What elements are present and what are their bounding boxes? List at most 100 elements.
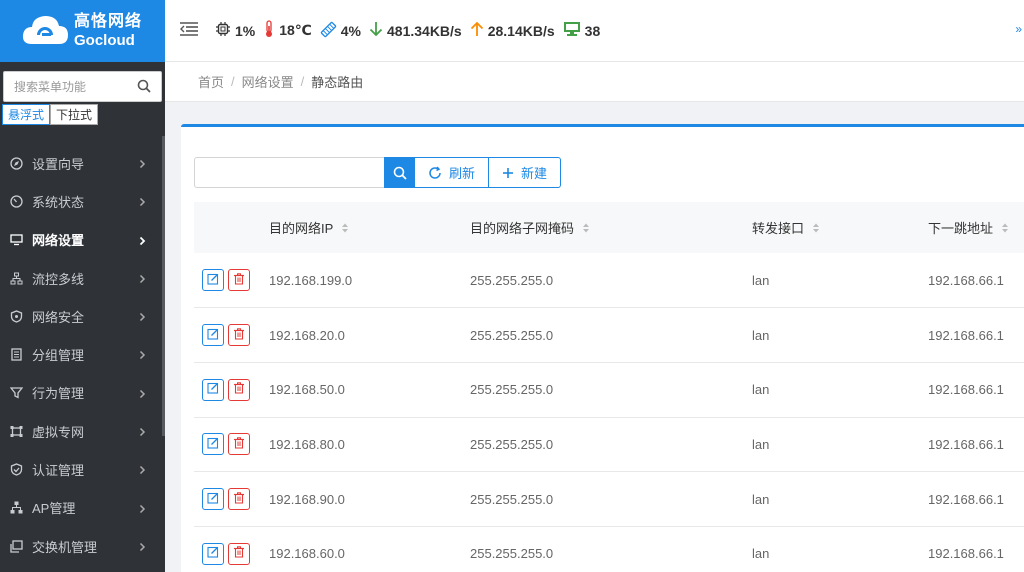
sidebar-item-setup-wizard[interactable]: 设置向导 <box>0 144 165 182</box>
header-next-hop[interactable]: 下一跳地址 <box>928 202 1024 253</box>
logo-name-en: Gocloud <box>74 32 135 49</box>
delete-button[interactable] <box>228 488 250 511</box>
sidebar-item-network-settings[interactable]: 网络设置 <box>0 221 165 259</box>
new-button[interactable]: 新建 <box>489 157 562 188</box>
edit-button[interactable] <box>202 269 224 292</box>
cell-next-hop: 192.168.66.1 <box>928 436 1004 452</box>
row-actions <box>194 308 269 363</box>
search-icon[interactable] <box>137 79 151 96</box>
chevron-right-icon <box>139 234 146 249</box>
edit-button[interactable] <box>202 488 224 511</box>
breadcrumb-network-settings[interactable]: 网络设置 <box>242 72 294 91</box>
edit-icon <box>207 492 219 507</box>
sidebar-scrollbar[interactable] <box>162 136 165 436</box>
sidebar-item-label: 网络设置 <box>32 233 85 249</box>
shield-icon <box>9 309 23 323</box>
top-bar: 1% 18℃ 4% 481.34KB/s 28.14KB/s 38 » <box>165 0 1024 62</box>
trash-icon <box>233 272 245 288</box>
cpu-icon <box>215 21 235 40</box>
mode-floating-button[interactable]: 悬浮式 <box>2 104 51 125</box>
delete-button[interactable] <box>228 433 250 456</box>
monitor-icon <box>563 21 585 40</box>
sort-icon[interactable] <box>812 222 820 237</box>
row-actions <box>194 472 269 527</box>
static-route-table: 目的网络IP 目的网络子网掩码 转发接口 下一跳地址 192.168.199.0… <box>194 202 1024 572</box>
table-row: 192.168.60.0 255.255.255.0 lan 192.168.66.1 <box>194 526 1024 572</box>
chevron-right-icon <box>139 502 146 517</box>
sidebar-item-vpn[interactable]: 虚拟专网 <box>0 412 165 450</box>
sidebar-item-label: AP管理 <box>32 501 76 517</box>
sidebar: 高恪网络 Gocloud 悬浮式 下拉式 设置向导 系统状态 网络设置 <box>0 0 165 572</box>
trash-icon <box>233 546 245 561</box>
header-dest-ip[interactable]: 目的网络IP <box>269 202 470 253</box>
table-row: 192.168.199.0 255.255.255.0 lan 192.168.66.… <box>194 253 1024 308</box>
mode-dropdown-button[interactable]: 下拉式 <box>50 104 99 125</box>
cell-next-hop: 192.168.66.1 <box>928 491 1004 507</box>
sort-icon[interactable] <box>341 222 349 237</box>
switch-icon <box>9 539 23 553</box>
chevron-right-icon <box>139 387 146 402</box>
sidebar-item-auth-management[interactable]: 认证管理 <box>0 450 165 488</box>
chevron-right-icon <box>139 540 146 555</box>
row-actions <box>194 417 269 472</box>
cell-next-hop: 192.168.66.1 <box>928 546 1004 562</box>
refresh-button[interactable]: 刷新 <box>415 157 490 188</box>
logo[interactable]: 高恪网络 Gocloud <box>0 0 165 62</box>
table-search-button[interactable] <box>384 157 415 188</box>
collapse-menu-icon[interactable] <box>179 21 199 40</box>
breadcrumb-separator: / <box>231 74 235 89</box>
sidebar-item-behavior-management[interactable]: 行为管理 <box>0 374 165 412</box>
header-label: 目的网络子网掩码 <box>470 220 575 236</box>
clients-value: 38 <box>584 22 601 39</box>
breadcrumb-separator: / <box>300 74 305 89</box>
edit-icon <box>207 437 219 452</box>
clients-stat: 38 <box>563 21 601 40</box>
cell-dest-ip: 192.168.60.0 <box>269 546 345 562</box>
table-row: 192.168.80.0 255.255.255.0 lan 192.168.66.1 <box>194 417 1024 472</box>
chevron-right-icon <box>139 195 146 210</box>
edit-button[interactable] <box>202 542 224 565</box>
chevron-right-icon <box>139 463 146 478</box>
delete-button[interactable] <box>228 378 250 401</box>
delete-button[interactable] <box>228 324 250 347</box>
memory-value: 4% <box>340 22 361 39</box>
table-row: 192.168.20.0 255.255.255.0 lan 192.168.66.1 <box>194 308 1024 363</box>
delete-button[interactable] <box>228 269 250 292</box>
trash-icon <box>233 327 245 343</box>
edit-icon <box>207 546 219 561</box>
cell-interface: lan <box>752 491 770 507</box>
cell-dest-mask: 255.255.255.0 <box>470 436 554 452</box>
sidebar-item-label: 网络安全 <box>32 309 85 325</box>
breadcrumb-home[interactable]: 首页 <box>198 72 224 91</box>
sidebar-item-system-status[interactable]: 系统状态 <box>0 182 165 220</box>
edit-icon <box>207 273 219 288</box>
header-interface[interactable]: 转发接口 <box>752 202 928 253</box>
cell-dest-ip: 192.168.199.0 <box>269 272 353 288</box>
sidebar-item-ap-management[interactable]: AP管理 <box>0 489 165 527</box>
edit-button[interactable] <box>202 378 224 401</box>
table-header-row: 目的网络IP 目的网络子网掩码 转发接口 下一跳地址 <box>194 202 1024 253</box>
edit-button[interactable] <box>202 433 224 456</box>
sidebar-item-label: 行为管理 <box>32 386 85 402</box>
edit-button[interactable] <box>202 324 224 347</box>
chevron-right-icon <box>139 425 146 440</box>
row-actions <box>194 253 269 308</box>
sidebar-item-flow-control[interactable]: 流控多线 <box>0 259 165 297</box>
header-dest-mask[interactable]: 目的网络子网掩码 <box>470 202 752 253</box>
sidebar-item-group-management[interactable]: 分组管理 <box>0 335 165 373</box>
sidebar-item-label: 流控多线 <box>32 271 85 287</box>
table-search-input[interactable] <box>194 157 384 188</box>
table-row: 192.168.50.0 255.255.255.0 lan 192.168.66.1 <box>194 362 1024 418</box>
thermometer-icon <box>263 20 279 41</box>
sidebar-item-switch-management[interactable]: 交换机管理 <box>0 527 165 565</box>
sidebar-menu: 设置向导 系统状态 网络设置 流控多线 网络安全 分组管理 行为管理 虚拟专网 … <box>0 144 165 565</box>
menu-search-input[interactable] <box>14 79 124 94</box>
sort-icon[interactable] <box>582 222 590 237</box>
shield-check-icon <box>9 463 23 477</box>
trash-icon <box>233 491 245 507</box>
sidebar-item-network-security[interactable]: 网络安全 <box>0 297 165 335</box>
delete-button[interactable] <box>228 542 250 565</box>
chevron-right-icon <box>139 348 146 363</box>
sort-icon[interactable] <box>1001 222 1009 237</box>
double-chevron-right-icon[interactable]: » <box>1015 22 1022 36</box>
